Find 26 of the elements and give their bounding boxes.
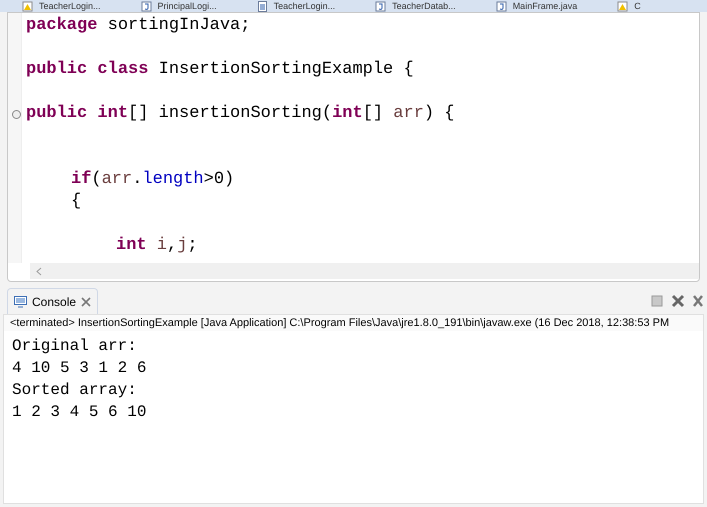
close-icon[interactable] <box>81 296 92 306</box>
code-line: package sortingInJava; <box>26 16 250 35</box>
stop-icon[interactable] <box>651 295 663 307</box>
console-output-line: 4 10 5 3 1 2 6 <box>12 358 148 379</box>
editor-tab[interactable]: TeacherLogin... <box>256 0 336 12</box>
editor-tab[interactable]: PrincipalLogi... <box>140 0 217 12</box>
code-line: public class InsertionSortingExample { <box>26 60 414 79</box>
console-output-line: Sorted array: <box>12 380 138 401</box>
editor-tab[interactable]: C <box>617 0 641 12</box>
remove-icon[interactable] <box>671 294 685 308</box>
console-icon <box>14 296 27 308</box>
console-title: Console <box>32 294 76 310</box>
code-line: int i,j; <box>116 236 198 255</box>
scroll-left-icon[interactable] <box>36 266 42 276</box>
code-line: { <box>71 192 82 211</box>
code-line: public int[] insertionSorting(int[] arr) { <box>26 104 455 123</box>
editor-tab[interactable]: TeacherLogin... <box>22 0 101 12</box>
console-status: <terminated> InsertionSortingExample [Java Application] C:\Program Files\Java\jre1.8.0_191\bin\javaw.exe (16 Dec 2018, 12:38:53 PM <box>4 315 703 331</box>
remove-all-icon[interactable] <box>693 294 703 308</box>
editor-tab[interactable]: TeacherDatab... <box>375 0 456 12</box>
console-output-line: 1 2 3 4 5 6 10 <box>12 402 148 423</box>
code-line: if(arr.length>0) <box>71 170 234 189</box>
console-tab[interactable]: Console <box>7 288 98 314</box>
editor-tab[interactable]: MainFrame.java <box>496 0 578 12</box>
horizontal-scrollbar[interactable] <box>30 263 699 279</box>
console-output-line: Original arr: <box>12 336 138 357</box>
